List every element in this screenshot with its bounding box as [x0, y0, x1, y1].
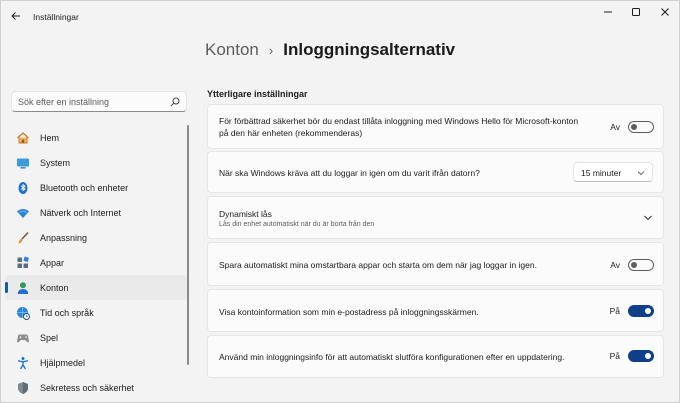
setting-description: När ska Windows kräva att du loggar in i…: [219, 168, 480, 178]
settings-window: Inställningar Hem System: [0, 0, 680, 403]
sidebar-nav: Hem System Bluetooth och enheter Nätverk…: [5, 125, 187, 400]
sidebar-item-time-language[interactable]: Tid och språk: [5, 300, 187, 325]
account-icon: [16, 281, 30, 295]
sidebar-item-bluetooth[interactable]: Bluetooth och enheter: [5, 175, 187, 200]
brush-icon: [16, 231, 30, 245]
auto-finish-toggle-group[interactable]: På: [610, 350, 654, 362]
minimize-button[interactable]: [593, 3, 623, 21]
hello-only-toggle-group[interactable]: Av: [610, 121, 654, 133]
back-arrow-icon: [11, 12, 20, 20]
sidebar-item-label: Sekretess och säkerhet: [40, 382, 135, 393]
dropdown-value: 15 minuter: [581, 168, 622, 178]
sidebar-item-label: Konton: [40, 282, 69, 293]
maximize-button[interactable]: [621, 3, 651, 21]
sidebar-item-label: Tid och språk: [40, 307, 94, 318]
sidebar-item-gaming[interactable]: Spel: [5, 325, 187, 350]
chevron-down-icon[interactable]: [643, 213, 653, 223]
sidebar-scrollbar[interactable]: [187, 125, 189, 365]
breadcrumb-parent[interactable]: Konton: [205, 40, 259, 60]
setting-require-signin: När ska Windows kräva att du loggar in i…: [207, 151, 664, 193]
home-icon: [16, 131, 30, 145]
shield-icon: [16, 381, 30, 395]
accessibility-icon: [16, 356, 30, 370]
sidebar-item-accounts[interactable]: Konton: [5, 275, 187, 300]
require-signin-dropdown[interactable]: 15 minuter: [573, 162, 653, 182]
sidebar-item-label: Hjälpmedel: [40, 357, 86, 368]
setting-title: Dynamiskt lås: [219, 209, 272, 219]
sidebar-item-label: Hem: [40, 132, 60, 143]
setting-description: Spara automatiskt mina omstartbara appar…: [219, 260, 537, 270]
restart-apps-toggle-group[interactable]: Av: [610, 259, 654, 271]
sidebar-item-apps[interactable]: Appar: [5, 250, 187, 275]
minimize-icon: [604, 11, 612, 13]
maximize-icon: [632, 8, 640, 16]
sidebar-item-network[interactable]: Nätverk och Internet: [5, 200, 187, 225]
toggle-state-label: Av: [610, 260, 620, 270]
sidebar-item-home[interactable]: Hem: [5, 125, 187, 150]
sidebar-item-label: Bluetooth och enheter: [40, 182, 129, 193]
close-button[interactable]: [650, 3, 679, 21]
toggle-state-label: På: [609, 306, 620, 316]
page-title: Inloggningsalternativ: [283, 40, 456, 59]
toggle-state-label: Av: [610, 122, 620, 132]
setting-description: Använd min inloggningsinfo för att autom…: [219, 352, 565, 362]
chevron-down-icon: [637, 171, 645, 176]
sidebar-item-system[interactable]: System: [5, 150, 187, 175]
breadcrumb: Konton › Inloggningsalternativ: [205, 37, 455, 63]
search-input[interactable]: [18, 95, 168, 109]
setting-auto-finish-setup: Använd min inloggningsinfo för att autom…: [207, 335, 664, 378]
sidebar-item-accessibility[interactable]: Hjälpmedel: [5, 350, 187, 375]
breadcrumb-separator: ›: [268, 42, 274, 58]
show-account-toggle[interactable]: [628, 305, 654, 317]
title-bar: Inställningar: [1, 1, 679, 31]
monitor-icon: [16, 156, 30, 170]
toggle-state-label: På: [609, 351, 620, 361]
apps-icon: [16, 256, 30, 270]
restart-apps-toggle[interactable]: [628, 259, 654, 271]
gamepad-icon: [16, 331, 30, 345]
setting-restart-apps: Spara automatiskt mina omstartbara appar…: [207, 242, 664, 286]
sidebar-item-label: Nätverk och Internet: [40, 207, 122, 218]
bluetooth-icon: [16, 181, 30, 195]
close-icon: [661, 8, 669, 16]
section-title: Ytterligare inställningar: [207, 89, 308, 99]
setting-show-account-info: Visa kontoinformation som min e-postadre…: [207, 289, 664, 332]
setting-description: Visa kontoinformation som min e-postadre…: [219, 307, 479, 317]
hello-only-toggle[interactable]: [628, 121, 654, 133]
setting-description-line2: på den här enheten (rekommenderas): [219, 128, 363, 138]
sidebar-item-personalization[interactable]: Anpassning: [5, 225, 187, 250]
show-account-toggle-group[interactable]: På: [610, 305, 654, 317]
search-icon[interactable]: [170, 97, 180, 107]
globe-clock-icon: [16, 306, 30, 320]
app-title: Inställningar: [33, 12, 79, 22]
setting-description: För förbättrad säkerhet bör du endast ti…: [219, 116, 579, 126]
sidebar-item-privacy[interactable]: Sekretess och säkerhet: [5, 375, 187, 400]
wifi-icon: [16, 206, 30, 220]
setting-subtitle: Lås din enhet automatiskt när du är bort…: [219, 221, 375, 228]
setting-dynamic-lock[interactable]: Dynamiskt lås Lås din enhet automatiskt …: [207, 196, 664, 239]
sidebar-item-label: Spel: [40, 332, 59, 343]
sidebar-item-label: Appar: [40, 257, 65, 268]
search-box[interactable]: [11, 91, 187, 112]
sidebar-item-label: System: [40, 157, 71, 168]
setting-hello-only: För förbättrad säkerhet bör du endast ti…: [207, 104, 664, 149]
back-button[interactable]: [7, 8, 25, 24]
sidebar-item-label: Anpassning: [40, 232, 88, 243]
auto-finish-toggle[interactable]: [628, 350, 654, 362]
